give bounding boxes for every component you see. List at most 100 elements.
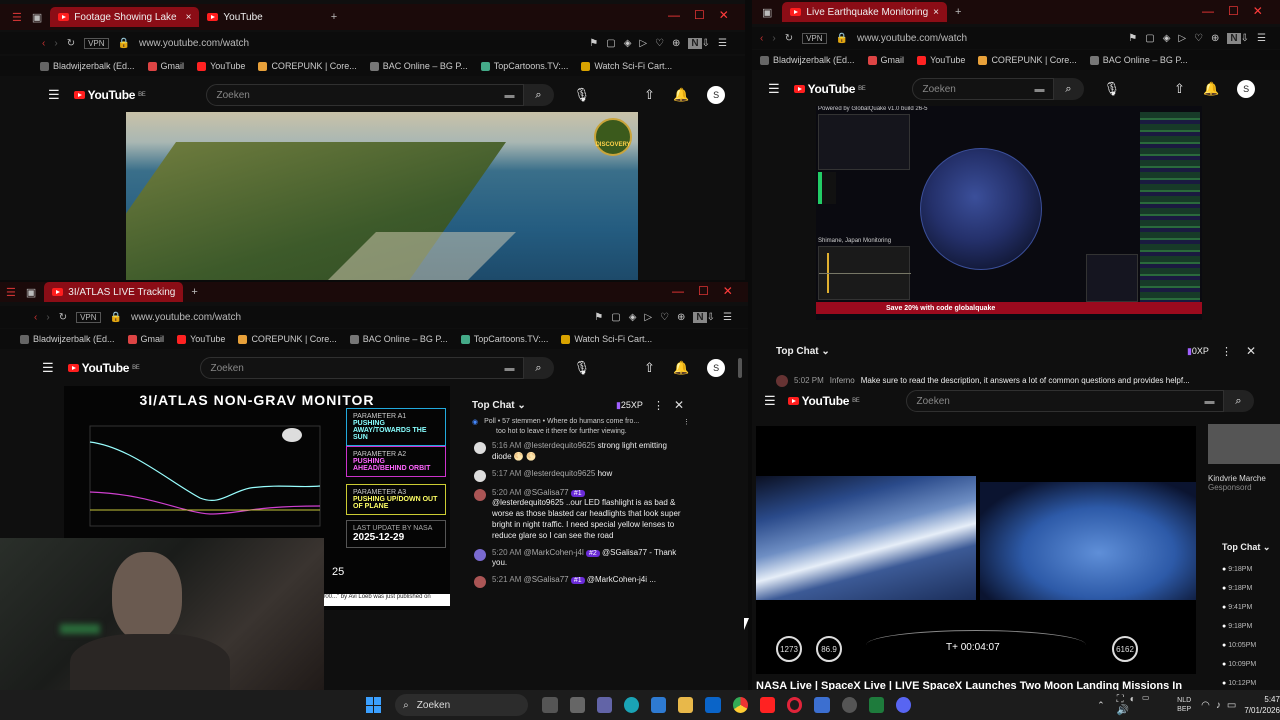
language-indicator[interactable]: NLD BEP xyxy=(1177,696,1191,714)
search-button[interactable]: ⌕ xyxy=(1223,390,1254,412)
teams-icon[interactable] xyxy=(596,697,612,713)
bookmark-item[interactable]: Bladwijzerbalk (Ed... xyxy=(40,61,135,71)
youtube-logo[interactable]: YouTube BE xyxy=(793,82,866,96)
folder-icon[interactable] xyxy=(678,697,694,713)
mic-icon[interactable]: 🎙 xyxy=(1104,81,1121,97)
avatar[interactable]: S xyxy=(707,359,726,377)
window-icon[interactable]: ▣ xyxy=(32,11,42,24)
bookmark-item[interactable]: TopCartoons.TV:... xyxy=(460,334,548,344)
poll-banner[interactable]: ◉ Poll • 57 stemmen • Where do humans com… xyxy=(472,418,690,426)
video-player-lake[interactable]: DISCOVERY xyxy=(126,112,638,280)
maximize-icon[interactable]: ☐ xyxy=(694,8,705,22)
mic-icon[interactable]: 🎙 xyxy=(574,360,591,376)
calculator-icon[interactable] xyxy=(569,697,585,713)
reload-icon[interactable]: ↻ xyxy=(59,312,67,323)
bookmark-item[interactable]: Gmail xyxy=(127,334,164,344)
bookmark-item[interactable]: BAC Online – BG P... xyxy=(349,334,448,344)
side-ad[interactable]: Kindvrie Marche Gesponsord xyxy=(1208,474,1280,492)
bookmark-item[interactable]: Watch Sci-Fi Cart... xyxy=(581,61,672,71)
bookmark-item[interactable]: YouTube xyxy=(197,61,245,71)
maximize-icon[interactable]: ☐ xyxy=(1228,4,1239,18)
close-tab-icon[interactable]: × xyxy=(186,12,192,23)
bell-icon[interactable]: 🔔 xyxy=(1203,81,1219,97)
bookmark-item[interactable]: YouTube xyxy=(177,334,225,344)
close-window-icon[interactable]: ✕ xyxy=(719,8,729,22)
menu-icon[interactable]: ☰ xyxy=(12,11,22,24)
xp-badge[interactable]: ▮25XP xyxy=(616,400,643,411)
outlook-icon[interactable] xyxy=(705,697,721,713)
upload-icon[interactable]: ⇧ xyxy=(644,360,655,376)
bookmark-item[interactable]: BAC Online – BG P... xyxy=(369,61,468,71)
tab-atlas[interactable]: 3I/ATLAS LIVE Tracking xyxy=(44,282,184,302)
url-field[interactable]: www.youtube.com/watch xyxy=(857,33,967,44)
top-chat-dropdown[interactable]: Top Chat ⌄ xyxy=(776,346,830,357)
new-tab-button[interactable]: + xyxy=(191,286,197,298)
edge-icon[interactable] xyxy=(623,697,640,713)
minimize-icon[interactable]: — xyxy=(672,284,684,298)
close-window-icon[interactable]: ✕ xyxy=(723,284,733,298)
hamburger-icon[interactable]: ☰ xyxy=(768,81,780,97)
scrollbar[interactable] xyxy=(738,358,742,378)
search-button[interactable]: ⌕ xyxy=(523,84,554,106)
close-tab-icon[interactable]: × xyxy=(933,7,939,18)
start-icon[interactable] xyxy=(366,697,382,713)
avatar[interactable]: S xyxy=(707,86,726,104)
minimize-icon[interactable]: — xyxy=(1202,4,1214,18)
bookmark-item[interactable]: COREPUNK | Core... xyxy=(238,334,337,344)
xp-badge[interactable]: ▮0XP xyxy=(1187,346,1209,357)
video-player-earthquake[interactable]: Powered by GlobalQuake v1.0 build 26-5 S… xyxy=(816,106,1202,320)
maximize-icon[interactable]: ☐ xyxy=(698,284,709,298)
bookmark-item[interactable]: COREPUNK | Core... xyxy=(978,55,1077,65)
bookmark-item[interactable]: Gmail xyxy=(867,55,904,65)
more-icon[interactable]: ⋮ xyxy=(1221,345,1232,358)
bookmark-item[interactable]: Gmail xyxy=(147,61,184,71)
youtube-logo[interactable]: YouTube BE xyxy=(67,361,140,375)
top-chat-dropdown[interactable]: Top Chat ⌄ xyxy=(472,400,526,411)
keyboard-icon[interactable]: ▬ xyxy=(1035,84,1045,95)
discord-icon[interactable] xyxy=(895,697,912,713)
vpn-badge[interactable]: VPN xyxy=(802,32,827,44)
taskbar-search[interactable]: ⌕ Zoeken xyxy=(395,694,529,716)
excel-icon[interactable] xyxy=(868,697,884,713)
tab-earthquake[interactable]: Live Earthquake Monitoring × xyxy=(782,2,947,22)
bookmark-item[interactable]: Watch Sci-Fi Cart... xyxy=(561,334,652,344)
promo-banner[interactable]: Save 20% with code globalquake xyxy=(816,302,1202,314)
side-chat-title[interactable]: Top Chat ⌄ xyxy=(1222,542,1270,553)
window-icon[interactable]: ▣ xyxy=(762,6,772,19)
upload-icon[interactable]: ⇧ xyxy=(1174,81,1185,97)
bell-icon[interactable]: 🔔 xyxy=(673,87,689,103)
upload-icon[interactable]: ⇧ xyxy=(644,87,655,103)
wifi-icon[interactable]: ◠ xyxy=(1201,700,1210,711)
calendar-icon[interactable] xyxy=(814,697,830,713)
bookmark-item[interactable]: COREPUNK | Core... xyxy=(258,61,357,71)
url-field[interactable]: www.youtube.com/watch xyxy=(139,38,249,49)
tab-youtube[interactable]: YouTube xyxy=(199,7,270,27)
side-thumbnail[interactable] xyxy=(1208,424,1280,464)
search-button[interactable]: ⌕ xyxy=(523,357,554,379)
bookmark-item[interactable]: TopCartoons.TV:... xyxy=(480,61,568,71)
search-input[interactable]: Zoeken ▬ xyxy=(205,84,524,106)
youtube-logo[interactable]: YouTube BE xyxy=(787,394,860,408)
minimize-icon[interactable]: — xyxy=(668,8,680,22)
keyboard-icon[interactable]: ▬ xyxy=(1205,396,1215,407)
search-input[interactable]: Zoeken ▬ xyxy=(911,78,1054,100)
reload-icon[interactable]: ↻ xyxy=(67,38,75,49)
youtube-icon[interactable] xyxy=(759,697,775,713)
video-title[interactable]: NASA Live | SpaceX Live | LIVE SpaceX La… xyxy=(756,680,1182,690)
chrome-icon[interactable] xyxy=(732,697,748,713)
close-chat-icon[interactable]: ✕ xyxy=(674,398,684,412)
vpn-badge[interactable]: VPN xyxy=(76,311,101,323)
tray-chevron-icon[interactable]: ⌃ xyxy=(1097,700,1105,711)
hamburger-icon[interactable]: ☰ xyxy=(48,87,60,103)
url-field[interactable]: www.youtube.com/watch xyxy=(131,312,241,323)
forward-icon[interactable]: › xyxy=(772,33,775,44)
video-player-spacex[interactable]: 1273 86.9 T+ 00:04:07 6162 xyxy=(756,426,1196,674)
battery-icon[interactable]: ▭ xyxy=(1227,700,1236,711)
new-tab-button[interactable]: + xyxy=(955,6,961,18)
avatar[interactable]: S xyxy=(1237,80,1256,98)
tab-footage-lake[interactable]: Footage Showing Lake × xyxy=(50,7,200,27)
bookmark-item[interactable]: YouTube xyxy=(917,55,965,65)
clock[interactable]: 5:47 7/01/2026 xyxy=(1244,694,1280,716)
vpn-badge[interactable]: VPN xyxy=(84,37,109,49)
menu-icon[interactable]: ☰ xyxy=(6,286,16,299)
